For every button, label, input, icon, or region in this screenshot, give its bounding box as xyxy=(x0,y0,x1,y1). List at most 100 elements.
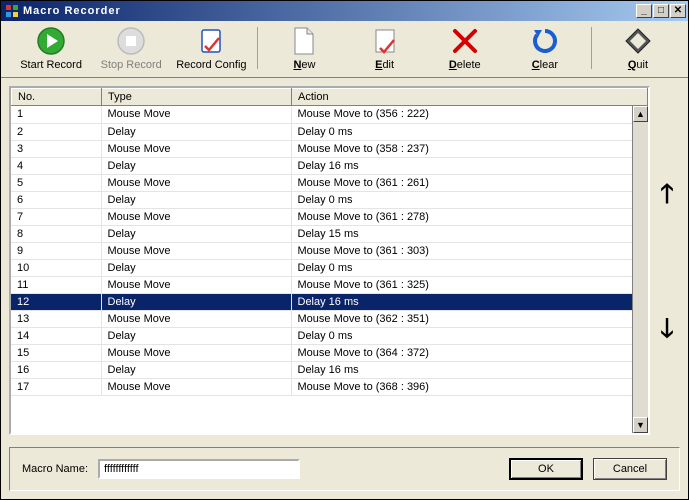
cell-type: Delay xyxy=(101,191,291,208)
cell-type: Mouse Move xyxy=(101,140,291,157)
cell-no: 5 xyxy=(11,174,101,191)
edit-icon xyxy=(345,25,425,57)
table-row[interactable]: 2DelayDelay 0 ms xyxy=(11,123,648,140)
table-row[interactable]: 15Mouse MoveMouse Move to (364 : 372) xyxy=(11,344,648,361)
cell-type: Delay xyxy=(101,327,291,344)
toolbar-separator xyxy=(591,27,592,69)
table-row[interactable]: 14DelayDelay 0 ms xyxy=(11,327,648,344)
col-type[interactable]: Type xyxy=(102,89,292,106)
reorder-arrows: 🡑 🡓 xyxy=(654,86,680,435)
cell-type: Mouse Move xyxy=(101,310,291,327)
table-row[interactable]: 12DelayDelay 16 ms xyxy=(11,293,648,310)
quit-button[interactable]: Quit xyxy=(598,25,678,71)
move-up-button[interactable]: 🡑 xyxy=(660,180,674,206)
cell-type: Delay xyxy=(101,123,291,140)
cell-action: Mouse Move to (364 : 372) xyxy=(291,344,648,361)
cell-no: 15 xyxy=(11,344,101,361)
table-row[interactable]: 8DelayDelay 15 ms xyxy=(11,225,648,242)
toolbar-separator xyxy=(257,27,258,69)
record-config-button[interactable]: Record Config xyxy=(171,25,251,71)
cell-action: Mouse Move to (361 : 325) xyxy=(291,276,648,293)
cell-action: Delay 0 ms xyxy=(291,191,648,208)
col-action[interactable]: Action xyxy=(292,89,648,106)
ok-button[interactable]: OK xyxy=(509,458,583,480)
new-file-icon xyxy=(264,25,344,57)
scroll-down-button[interactable]: ▼ xyxy=(633,417,648,433)
macro-table[interactable]: No. Type Action 1Mouse MoveMouse Move to… xyxy=(9,86,650,435)
cell-no: 16 xyxy=(11,361,101,378)
cell-type: Mouse Move xyxy=(101,106,291,123)
clear-button[interactable]: Clear xyxy=(505,25,585,71)
app-icon xyxy=(5,4,19,18)
edit-button[interactable]: Edit xyxy=(345,25,425,71)
cancel-button[interactable]: Cancel xyxy=(593,458,667,480)
col-no[interactable]: No. xyxy=(12,89,102,106)
cell-no: 4 xyxy=(11,157,101,174)
table-row[interactable]: 5Mouse MoveMouse Move to (361 : 261) xyxy=(11,174,648,191)
minimize-button[interactable]: _ xyxy=(636,4,652,18)
cell-type: Mouse Move xyxy=(101,344,291,361)
toolbar: Start Record Stop Record Record Config N… xyxy=(1,21,688,78)
cell-type: Delay xyxy=(101,259,291,276)
cell-no: 12 xyxy=(11,293,101,310)
content-area: No. Type Action 1Mouse MoveMouse Move to… xyxy=(1,78,688,443)
cell-action: Mouse Move to (362 : 351) xyxy=(291,310,648,327)
cell-action: Delay 0 ms xyxy=(291,123,648,140)
cell-action: Delay 0 ms xyxy=(291,259,648,276)
cell-action: Mouse Move to (356 : 222) xyxy=(291,106,648,123)
quit-icon xyxy=(598,25,678,57)
cell-no: 1 xyxy=(11,106,101,123)
cell-type: Mouse Move xyxy=(101,208,291,225)
stop-record-button: Stop Record xyxy=(91,25,171,71)
table-row[interactable]: 13Mouse MoveMouse Move to (362 : 351) xyxy=(11,310,648,327)
window: Macro Recorder _ □ ✕ Start Record Stop R… xyxy=(0,0,689,500)
cell-type: Mouse Move xyxy=(101,276,291,293)
cell-action: Mouse Move to (361 : 303) xyxy=(291,242,648,259)
close-button[interactable]: ✕ xyxy=(670,4,686,18)
table-row[interactable]: 7Mouse MoveMouse Move to (361 : 278) xyxy=(11,208,648,225)
cell-type: Mouse Move xyxy=(101,174,291,191)
clear-icon xyxy=(505,25,585,57)
delete-icon xyxy=(425,25,505,57)
cell-action: Mouse Move to (361 : 278) xyxy=(291,208,648,225)
cell-type: Delay xyxy=(101,157,291,174)
macro-name-input[interactable] xyxy=(98,459,299,479)
table-row[interactable]: 17Mouse MoveMouse Move to (368 : 396) xyxy=(11,378,648,395)
cell-no: 6 xyxy=(11,191,101,208)
table-row[interactable]: 4DelayDelay 16 ms xyxy=(11,157,648,174)
cell-action: Delay 16 ms xyxy=(291,293,648,310)
cell-no: 8 xyxy=(11,225,101,242)
scroll-track[interactable] xyxy=(633,122,648,417)
cell-type: Mouse Move xyxy=(101,378,291,395)
cell-no: 13 xyxy=(11,310,101,327)
bottom-panel: Macro Name: OK Cancel xyxy=(9,447,680,491)
table-row[interactable]: 6DelayDelay 0 ms xyxy=(11,191,648,208)
cell-type: Delay xyxy=(101,293,291,310)
table-row[interactable]: 3Mouse MoveMouse Move to (358 : 237) xyxy=(11,140,648,157)
move-down-button[interactable]: 🡓 xyxy=(660,315,674,341)
table-row[interactable]: 16DelayDelay 16 ms xyxy=(11,361,648,378)
cell-action: Delay 0 ms xyxy=(291,327,648,344)
delete-button[interactable]: Delete xyxy=(425,25,505,71)
config-icon xyxy=(171,25,251,57)
cell-no: 10 xyxy=(11,259,101,276)
vertical-scrollbar[interactable]: ▲ ▼ xyxy=(632,106,648,433)
maximize-button[interactable]: □ xyxy=(653,4,669,18)
scroll-up-button[interactable]: ▲ xyxy=(633,106,648,122)
cell-no: 2 xyxy=(11,123,101,140)
cell-no: 7 xyxy=(11,208,101,225)
cell-action: Delay 16 ms xyxy=(291,157,648,174)
new-button[interactable]: New xyxy=(264,25,344,71)
cell-type: Delay xyxy=(101,225,291,242)
start-record-button[interactable]: Start Record xyxy=(11,25,91,71)
cell-no: 9 xyxy=(11,242,101,259)
titlebar[interactable]: Macro Recorder _ □ ✕ xyxy=(1,1,688,21)
cell-no: 11 xyxy=(11,276,101,293)
cell-action: Delay 16 ms xyxy=(291,361,648,378)
table-row[interactable]: 11Mouse MoveMouse Move to (361 : 325) xyxy=(11,276,648,293)
cell-no: 14 xyxy=(11,327,101,344)
table-row[interactable]: 10DelayDelay 0 ms xyxy=(11,259,648,276)
cell-action: Mouse Move to (358 : 237) xyxy=(291,140,648,157)
table-row[interactable]: 1Mouse MoveMouse Move to (356 : 222) xyxy=(11,106,648,123)
table-row[interactable]: 9Mouse MoveMouse Move to (361 : 303) xyxy=(11,242,648,259)
